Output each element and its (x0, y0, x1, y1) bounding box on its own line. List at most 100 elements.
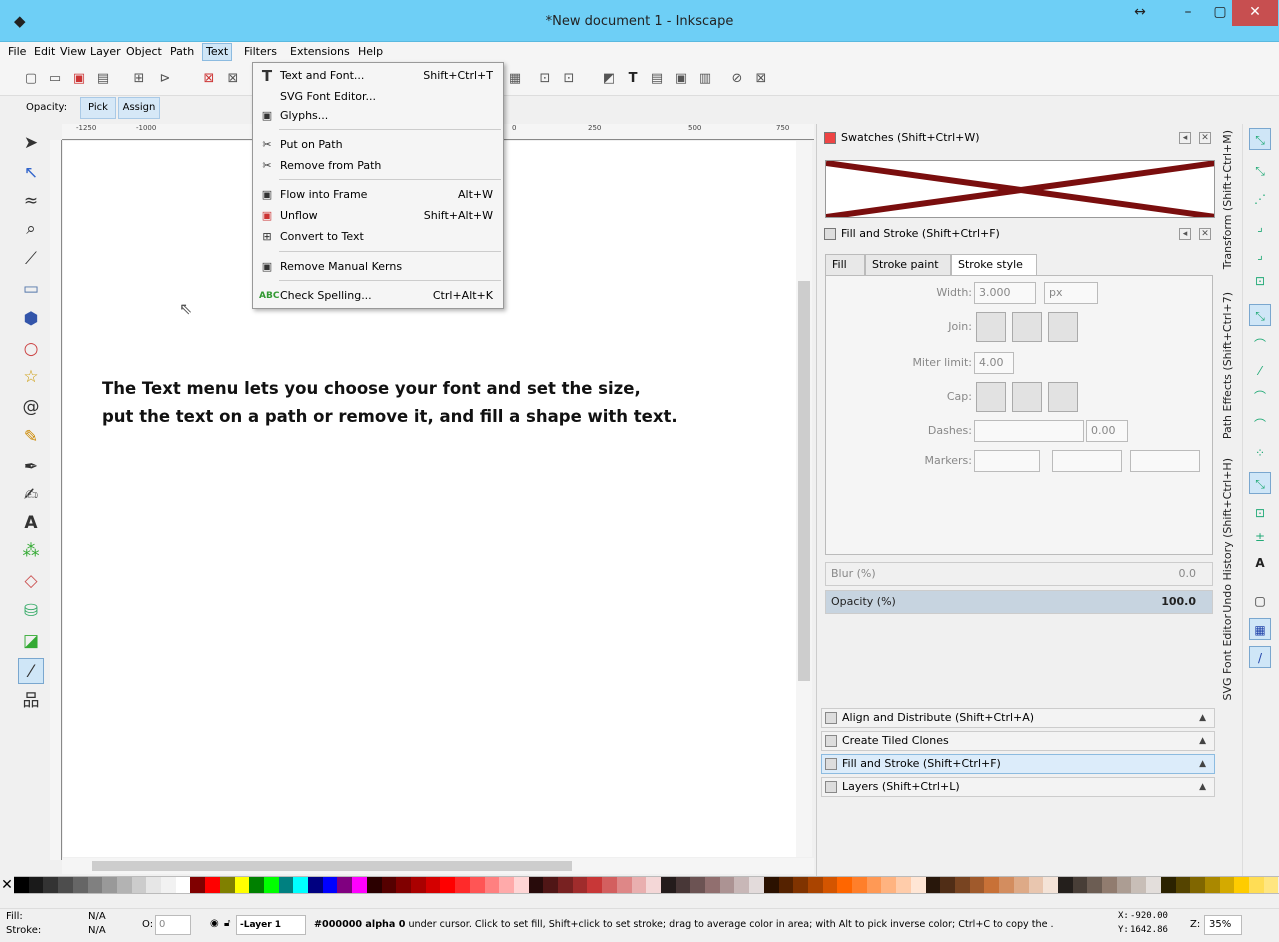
miter-join-button[interactable] (976, 312, 1006, 342)
import-icon[interactable]: ⊞ (130, 70, 148, 88)
color-swatch[interactable] (322, 877, 338, 893)
color-swatch[interactable] (14, 877, 29, 893)
color-swatch[interactable] (190, 877, 206, 893)
color-swatch[interactable] (219, 877, 235, 893)
color-swatch[interactable] (1175, 877, 1191, 893)
color-swatch[interactable] (337, 877, 353, 893)
tab-stroke-paint[interactable]: Stroke paint (865, 254, 951, 276)
preferences-icon[interactable]: ⊘ (728, 70, 746, 88)
print-icon[interactable]: ▤ (94, 70, 112, 88)
close-panel-icon[interactable]: ✕ (1199, 228, 1211, 240)
pencil-tool-icon[interactable]: ✎ (18, 424, 44, 450)
close-button[interactable]: ✕ (1232, 0, 1278, 26)
color-swatch[interactable] (72, 877, 88, 893)
expand-icon[interactable]: ▲ (1199, 709, 1206, 727)
vtab-svg-font-editor[interactable]: SVG Font Editor (1221, 614, 1239, 701)
menu-item-put-on-path[interactable]: ✂ Put on Path (253, 134, 503, 155)
zoom-input[interactable]: 35% (1204, 915, 1242, 935)
menu-item-flow-into-frame[interactable]: ▣ Flow into Frame Alt+W (253, 184, 503, 205)
undo-icon[interactable]: ⊠ (200, 70, 218, 88)
color-swatch[interactable] (822, 877, 838, 893)
align-icon[interactable]: ▥ (696, 70, 714, 88)
unit-select[interactable]: px (1044, 282, 1098, 304)
round-cap-button[interactable] (1012, 382, 1042, 412)
width-input[interactable]: 3.000 (974, 282, 1036, 304)
color-swatch[interactable] (1116, 877, 1132, 893)
color-swatch[interactable] (1234, 877, 1250, 893)
color-swatch[interactable] (778, 877, 794, 893)
color-swatch[interactable] (1249, 877, 1264, 893)
color-swatch[interactable] (102, 877, 117, 893)
butt-cap-button[interactable] (976, 382, 1006, 412)
color-swatch[interactable] (1043, 877, 1058, 893)
menu-item-glyphs[interactable]: ▣ Glyphs... (253, 105, 503, 126)
export-icon[interactable]: ⊳ (156, 70, 174, 88)
layers-icon[interactable]: ▤ (648, 70, 666, 88)
color-swatch[interactable] (161, 877, 176, 893)
color-swatch[interactable] (793, 877, 808, 893)
dash-pattern-select[interactable] (974, 420, 1084, 442)
color-swatch[interactable] (263, 877, 279, 893)
color-swatch[interactable] (249, 877, 264, 893)
color-swatch[interactable] (146, 877, 162, 893)
expand-icon[interactable]: ▲ (1199, 732, 1206, 750)
menu-text[interactable]: Text (202, 43, 233, 61)
color-swatch[interactable] (58, 877, 73, 893)
color-swatch[interactable] (690, 877, 706, 893)
tiled-clones-panel[interactable]: Create Tiled Clones ▲ (821, 731, 1215, 751)
measure-tool-icon[interactable]: ⟋ (18, 246, 44, 272)
resize-icon[interactable]: ↔ (1120, 0, 1160, 26)
color-swatch[interactable] (513, 877, 529, 893)
paint-bucket-tool-icon[interactable]: ⛁ (18, 598, 44, 624)
snap-rotation-center-icon[interactable]: ± (1249, 526, 1271, 548)
snap-bbox-midpoints-icon[interactable]: ⌟ (1249, 244, 1271, 266)
color-swatch[interactable] (763, 877, 779, 893)
color-swatch[interactable] (366, 877, 382, 893)
color-swatch[interactable] (410, 877, 426, 893)
color-swatch[interactable] (660, 877, 676, 893)
snap-page-border-icon[interactable]: ▢ (1249, 590, 1271, 612)
color-swatch[interactable] (734, 877, 750, 893)
color-swatch[interactable] (705, 877, 720, 893)
redo-icon[interactable]: ⊠ (224, 70, 242, 88)
save-icon[interactable]: ▣ (70, 70, 88, 88)
tab-fill[interactable]: Fill (825, 254, 865, 276)
node-tool-icon[interactable]: ↖ (18, 160, 44, 186)
blur-slider[interactable]: Blur (%) 0.0 (825, 562, 1213, 586)
scroll-thumb[interactable] (798, 281, 810, 681)
menu-item-unflow[interactable]: ▣ Unflow Shift+Alt+W (253, 205, 503, 226)
color-swatch[interactable] (999, 877, 1014, 893)
menu-view[interactable]: View (60, 45, 86, 58)
color-swatch[interactable] (719, 877, 735, 893)
color-swatch[interactable] (1102, 877, 1117, 893)
snap-nodes-icon[interactable]: ⤡ (1249, 304, 1271, 326)
snap-bbox-edges-icon[interactable]: ⋰ (1249, 188, 1271, 210)
color-swatch[interactable] (1219, 877, 1235, 893)
zoom-drawing-icon[interactable]: ⊡ (560, 70, 578, 88)
menu-item-remove-from-path[interactable]: ✂ Remove from Path (253, 155, 503, 176)
mid-marker-select[interactable] (1052, 450, 1122, 472)
snap-smooth-icon[interactable]: ⌒ (1249, 414, 1271, 436)
swatch-none-preview[interactable] (825, 160, 1215, 218)
no-paint-swatch[interactable]: ✕ (0, 876, 14, 894)
fill-stroke-collapsed-panel[interactable]: Fill and Stroke (Shift+Ctrl+F) ▲ (821, 754, 1215, 774)
tweak-tool-icon[interactable]: ≈ (18, 188, 44, 214)
color-swatch[interactable] (852, 877, 867, 893)
color-swatch[interactable] (602, 877, 617, 893)
iconify-icon[interactable]: ◂ (1179, 132, 1191, 144)
color-swatch[interactable] (1204, 877, 1220, 893)
color-swatch[interactable] (558, 877, 573, 893)
menu-file[interactable]: File (8, 45, 26, 58)
3d-box-tool-icon[interactable]: ⬢ (18, 306, 44, 332)
color-swatch[interactable] (881, 877, 897, 893)
snap-enable-icon[interactable]: ⤡ (1249, 128, 1271, 150)
vtab-undo-history[interactable]: Undo History (Shift+Ctrl+H) (1221, 458, 1239, 613)
text-tool-icon[interactable]: T (624, 70, 642, 88)
color-swatch[interactable] (1146, 877, 1161, 893)
fill-stroke-header[interactable]: Fill and Stroke (Shift+Ctrl+F) ◂ ✕ (821, 224, 1215, 244)
color-swatch[interactable] (807, 877, 823, 893)
spiral-tool-icon[interactable]: @ (18, 394, 44, 420)
menu-item-check-spelling[interactable]: ABC Check Spelling... Ctrl+Alt+K (253, 285, 503, 306)
color-swatch[interactable] (469, 877, 485, 893)
xml-editor-icon[interactable]: ▣ (672, 70, 690, 88)
